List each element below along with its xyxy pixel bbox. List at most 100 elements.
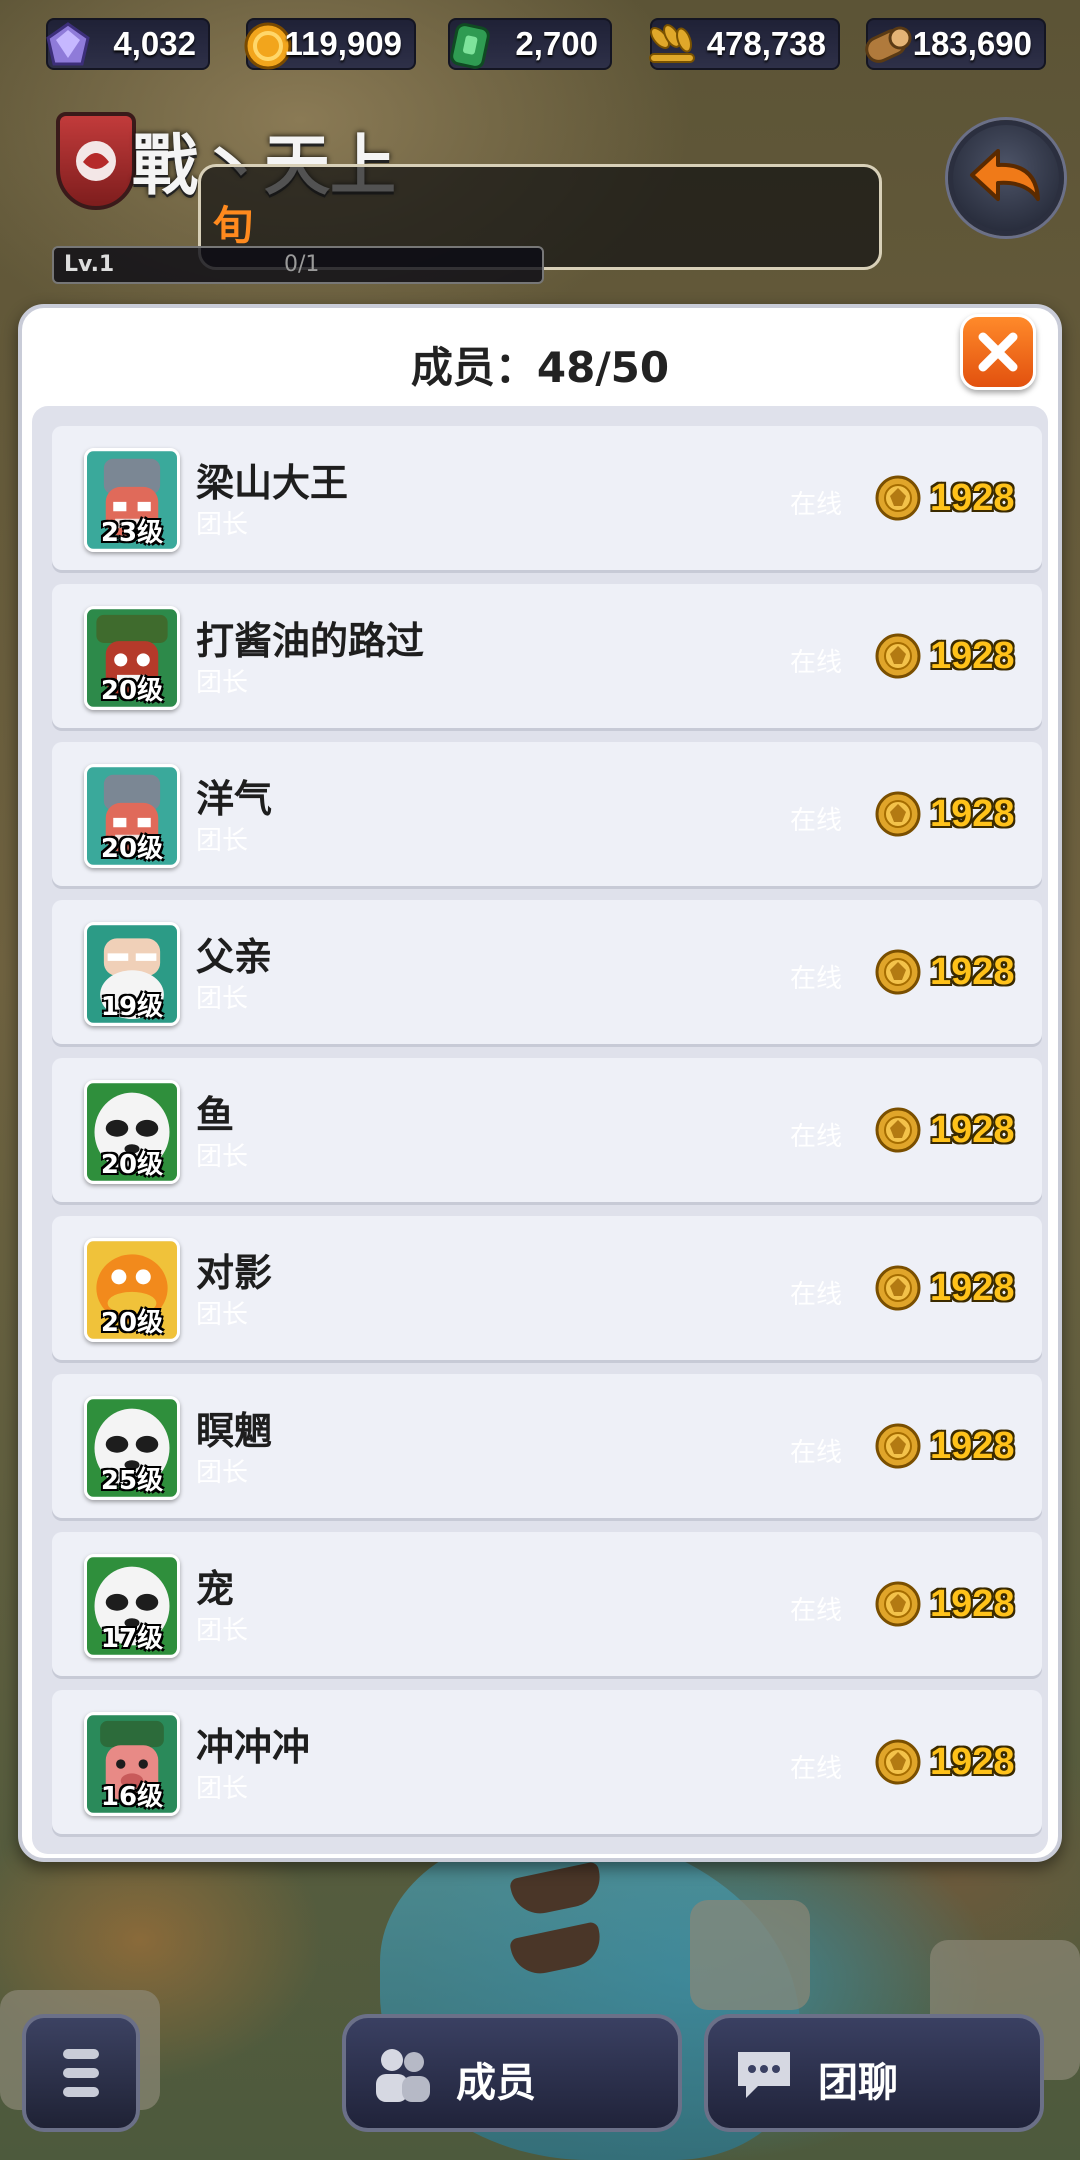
member-level: 16级 [100,1782,164,1812]
resource-bar: 4,032 119,909 2,700 478,738 183,690 [0,14,1080,74]
resource-wood[interactable]: 183,690 [865,18,1046,70]
menu-button[interactable] [22,2014,140,2132]
member-level: 19级 [100,992,164,1022]
member-status: 在线 [790,806,843,836]
member-points: 1928 [874,1258,1015,1318]
member-name: 瞑魍 [196,1409,273,1453]
member-status: 在线 [790,648,843,678]
member-row[interactable]: 23级 梁山大王 团长 在线 1928 [52,426,1042,570]
resource-gold[interactable]: 119,909 [244,18,416,70]
wheat-icon [642,16,702,76]
member-row[interactable]: 16级 冲冲冲团长 在线 1928 [52,1690,1042,1834]
member-row[interactable]: 20级 打酱油的路过团长 在线 1928 [52,584,1042,728]
member-avatar[interactable]: 19级 [84,922,180,1026]
member-role: 团长 [196,668,249,698]
gem-icon [38,16,98,76]
resource-gems[interactable]: 4,032 [46,18,210,70]
tab-members-label: 成员 [456,2060,536,2106]
member-level: 20级 [100,676,164,706]
guild-notice-text: 旬 [213,203,253,249]
resource-value: 2,700 [515,25,598,62]
back-arrow-icon [970,149,1040,201]
member-avatar[interactable]: 20级 [84,1080,180,1184]
members-icon [376,2049,430,2102]
member-row[interactable]: 20级 鱼团长 在线 1928 [52,1058,1042,1202]
member-points-value: 1928 [930,476,1015,519]
tab-guild-chat[interactable]: 团聊 [704,2014,1044,2132]
medal-coin-icon [874,1106,922,1154]
member-points: 1928 [874,468,1015,528]
medal-coin-icon [874,790,922,838]
member-name: 梁山大王 [196,461,349,505]
member-level: 20级 [100,1308,164,1338]
member-points-value: 1928 [930,1424,1015,1467]
member-points: 1928 [874,942,1015,1002]
guild-emblem[interactable] [56,112,136,210]
member-avatar[interactable]: 25级 [84,1396,180,1500]
member-points: 1928 [874,626,1015,686]
member-level: 20级 [100,1150,164,1180]
resource-value: 119,909 [284,25,402,62]
member-status: 在线 [790,1754,843,1784]
member-role: 团长 [196,1142,249,1172]
rock [690,1900,810,2010]
tab-guild-chat-label: 团聊 [818,2060,898,2106]
member-row[interactable]: 19级 父亲 团长 在线 1928 [52,900,1042,1044]
member-row[interactable]: 17级 宠团长 在线 1928 [52,1532,1042,1676]
member-name: 冲冲冲 [196,1725,311,1769]
member-level: 25级 [100,1466,164,1496]
member-row[interactable]: 20级 洋气 团长 在线 1928 [52,742,1042,886]
member-level: 23级 [100,518,164,548]
member-avatar[interactable]: 17级 [84,1554,180,1658]
member-points-value: 1928 [930,634,1015,677]
wood-log-icon [858,16,918,76]
member-level: 20级 [100,834,164,864]
member-avatar[interactable]: 23级 [84,448,180,552]
close-button[interactable] [960,314,1036,390]
member-avatar[interactable]: 20级 [84,606,180,710]
member-row[interactable]: 20级 对影 团长 在线 1928 [52,1216,1042,1360]
guild-level-label: Lv.1 [64,252,115,277]
member-name: 宠 [196,1567,235,1611]
member-avatar[interactable]: 16级 [84,1712,180,1816]
medal-coin-icon [874,948,922,996]
resource-value: 183,690 [912,25,1032,62]
member-points: 1928 [874,1416,1015,1476]
member-name: 父亲 [196,935,273,979]
member-role: 团长 [196,1300,249,1330]
member-name: 对影 [196,1251,273,1295]
medal-coin-icon [874,632,922,680]
member-role: 团长 [196,984,249,1014]
member-points-value: 1928 [930,1582,1015,1625]
medal-coin-icon [874,1738,922,1786]
resource-wheat[interactable]: 478,738 [649,18,840,70]
resource-jade[interactable]: 2,700 [448,18,612,70]
member-role: 团长 [196,1774,249,1804]
member-points-value: 1928 [930,1740,1015,1783]
member-points-value: 1928 [930,1266,1015,1309]
member-list[interactable]: 23级 梁山大王 团长 在线 1928 20级 打酱油的路过 团长 在线 1928 20级 洋气 团长在… [32,406,1048,1854]
member-name: 打酱油的路过 [196,619,425,663]
back-button[interactable] [948,120,1064,236]
tab-members[interactable]: 成员 [342,2014,682,2132]
member-status: 在线 [790,1438,843,1468]
member-avatar[interactable]: 20级 [84,1238,180,1342]
members-panel: 成员：48/50 23级 梁山大王 团长 在线 1928 20级 打酱油的路过 团长 在线 192… [18,304,1062,1862]
member-count: 成员：48/50 [410,343,670,392]
member-role: 团长 [196,826,249,856]
hamburger-menu-icon [63,2049,99,2097]
guild-level-progress: 0/1 [284,252,320,277]
member-status: 在线 [790,1596,843,1626]
member-avatar[interactable]: 20级 [84,764,180,868]
member-level: 17级 [100,1624,164,1654]
member-points-value: 1928 [930,792,1015,835]
member-row[interactable]: 25级 瞑魍 团长 在线 1928 [52,1374,1042,1518]
member-role: 团长 [196,510,249,540]
member-points: 1928 [874,784,1015,844]
member-points: 1928 [874,1574,1015,1634]
medal-coin-icon [874,474,922,522]
medal-coin-icon [874,1264,922,1312]
medal-coin-icon [874,1422,922,1470]
member-points: 1928 [874,1100,1015,1160]
medal-coin-icon [874,1580,922,1628]
